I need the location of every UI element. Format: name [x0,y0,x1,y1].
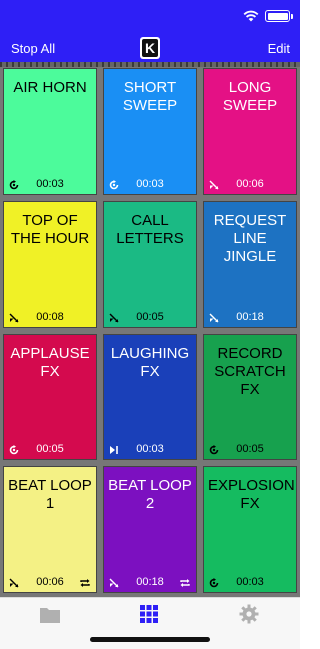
sound-pad[interactable]: REQUEST LINE JINGLE 00:18 [203,200,297,328]
battery-icon [265,10,293,22]
app-logo: K [140,37,160,59]
restart-icon [9,445,19,455]
restart-icon [209,578,219,588]
sound-pad[interactable]: APPLAUSE FX 00:05 [3,333,97,461]
gear-icon[interactable] [239,604,259,624]
fade-icon [9,578,19,588]
loop-icon [180,579,190,587]
pad-label: BEAT LOOP 1 [8,477,92,513]
tab-bar [0,597,300,649]
sound-pad[interactable]: EXPLOSION FX 00:03 [203,466,297,593]
sound-pad[interactable]: BEAT LOOP 2 00:18 [103,466,197,593]
logo-letter: K [142,39,158,57]
fade-icon [109,578,119,588]
edit-button[interactable]: Edit [268,41,290,56]
pad-label: CALL LETTERS [116,211,184,247]
header-bar: Stop All K Edit [0,0,300,62]
pad-label: LAUGHING FX [110,344,190,380]
pad-label: RECORD SCRATCH FX [214,344,286,398]
sound-pad-grid: AIR HORN 00:03 SHORT SWEEP 00:03 LONG SWEEP 0… [0,62,300,597]
sound-pad[interactable]: TOP OF THE HOUR 00:08 [3,200,97,328]
loop-icon [80,579,90,587]
stop-all-button[interactable]: Stop All [11,41,55,56]
pad-label: APPLAUSE FX [10,344,90,380]
pad-label: EXPLOSION FX [208,477,295,513]
sound-pad[interactable]: RECORD SCRATCH FX 00:05 [203,333,297,461]
restart-icon [209,445,219,455]
fade-icon [9,313,19,322]
pad-label: TOP OF THE HOUR [10,211,90,247]
fade-icon [209,313,219,322]
restart-icon [109,179,119,190]
sound-pad[interactable]: AIR HORN 00:03 [3,68,97,195]
sound-pad[interactable]: SHORT SWEEP 00:03 [103,68,197,195]
folder-icon[interactable] [39,606,61,624]
pad-label: REQUEST LINE JINGLE [213,211,287,265]
play-stop-icon [110,446,118,455]
status-icons [243,10,293,22]
sound-pad[interactable]: BEAT LOOP 1 00:06 [3,466,97,593]
grid-icon[interactable] [139,604,159,624]
home-indicator [90,637,210,642]
pad-label: SHORT SWEEP [122,79,178,114]
pad-label: BEAT LOOP 2 [108,477,192,513]
pad-label: AIR HORN [13,79,87,96]
fade-icon [209,180,219,190]
pad-label: LONG SWEEP [222,79,278,114]
fade-icon [109,313,119,322]
restart-icon [9,179,19,190]
sound-pad[interactable]: LONG SWEEP 00:06 [203,68,297,195]
sound-pad[interactable]: LAUGHING FX 00:03 [103,333,197,461]
sound-pad[interactable]: CALL LETTERS 00:05 [103,200,197,328]
wifi-icon [243,10,259,22]
